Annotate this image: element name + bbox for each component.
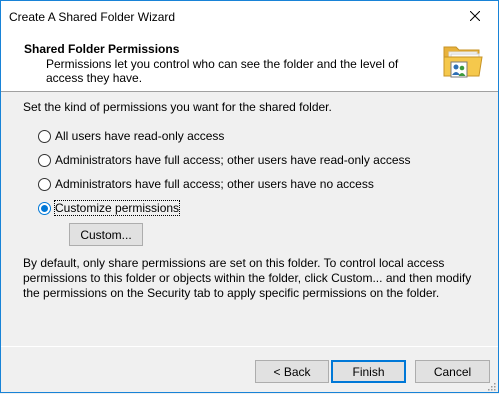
option-admin-full-users-readonly[interactable]: Administrators have full access; other u…: [38, 152, 411, 168]
option-read-only[interactable]: All users have read-only access: [38, 128, 224, 144]
resize-grip-icon[interactable]: [486, 380, 496, 391]
footer-divider: [1, 346, 498, 347]
custom-button[interactable]: Custom...: [69, 223, 143, 246]
radio-button[interactable]: [38, 177, 51, 191]
wizard-header: Shared Folder Permissions Permissions le…: [1, 32, 498, 92]
option-admin-full-users-none[interactable]: Administrators have full access; other u…: [38, 176, 374, 192]
option-label[interactable]: Administrators have full access; other u…: [55, 153, 411, 167]
permissions-prompt: Set the kind of permissions you want for…: [23, 100, 332, 114]
shared-folder-icon: [441, 38, 485, 82]
option-label[interactable]: All users have read-only access: [55, 129, 224, 143]
title-bar[interactable]: Create A Shared Folder Wizard: [1, 1, 498, 32]
option-label[interactable]: Customize permissions: [53, 200, 181, 216]
radio-button[interactable]: [38, 153, 51, 167]
close-icon[interactable]: [452, 1, 498, 31]
option-label[interactable]: Administrators have full access; other u…: [55, 177, 374, 191]
radio-button[interactable]: [38, 129, 51, 143]
page-title: Shared Folder Permissions: [24, 42, 180, 56]
page-description: Permissions let you control who can see …: [46, 57, 399, 85]
radio-button-selected[interactable]: [38, 201, 51, 215]
wizard-window: Create A Shared Folder Wizard Shared Fol…: [0, 0, 499, 393]
option-customize[interactable]: Customize permissions: [38, 200, 181, 216]
back-button[interactable]: < Back: [255, 360, 329, 383]
finish-button[interactable]: Finish: [331, 360, 406, 383]
window-title: Create A Shared Folder Wizard: [9, 9, 176, 24]
cancel-button[interactable]: Cancel: [415, 360, 490, 383]
info-text: By default, only share permissions are s…: [23, 256, 472, 300]
